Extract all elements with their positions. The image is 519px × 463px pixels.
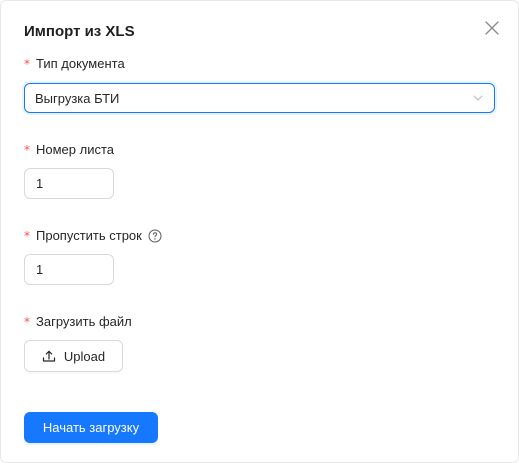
close-button[interactable] xyxy=(482,18,502,38)
skip-rows-label-text: Пропустить строк xyxy=(36,228,142,243)
import-modal: Импорт из XLS * Тип документа Выгрузка Б… xyxy=(0,0,519,463)
doc-type-label: * Тип документа xyxy=(24,56,125,71)
question-circle-icon[interactable] xyxy=(148,229,162,243)
upload-file-label-text: Загрузить файл xyxy=(36,314,132,329)
sheet-number-label-text: Номер листа xyxy=(36,142,115,157)
required-mark: * xyxy=(24,142,30,157)
skip-rows-input[interactable] xyxy=(24,254,114,285)
chevron-down-icon xyxy=(473,95,483,101)
required-mark: * xyxy=(24,314,30,329)
start-upload-button-label: Начать загрузку xyxy=(42,420,140,435)
upload-button[interactable]: Upload xyxy=(24,340,123,372)
start-upload-button[interactable]: Начать загрузку xyxy=(24,412,158,443)
dialog-title: Импорт из XLS xyxy=(24,23,135,40)
close-icon xyxy=(485,21,499,35)
doc-type-value: Выгрузка БТИ xyxy=(35,90,120,106)
upload-button-label: Upload xyxy=(63,348,106,364)
upload-icon xyxy=(42,350,55,362)
doc-type-select[interactable]: Выгрузка БТИ xyxy=(24,83,495,113)
doc-type-label-text: Тип документа xyxy=(36,56,125,71)
required-mark: * xyxy=(24,56,30,71)
skip-rows-label: * Пропустить строк xyxy=(24,228,162,243)
sheet-number-input[interactable] xyxy=(24,168,114,199)
required-mark: * xyxy=(24,228,30,243)
upload-file-label: * Загрузить файл xyxy=(24,314,132,329)
sheet-number-label: * Номер листа xyxy=(24,142,114,157)
